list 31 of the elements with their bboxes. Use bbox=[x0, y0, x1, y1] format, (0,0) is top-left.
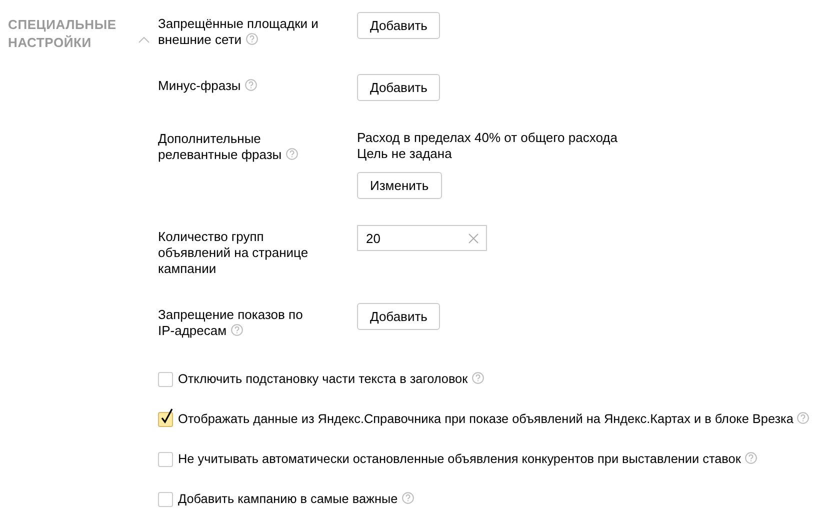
option-label: Добавить кампанию в самые важные bbox=[178, 490, 414, 508]
setting-label: Дополнительные релевантные фразы bbox=[158, 127, 323, 199]
option-label: Не учитывать автоматически остановленные объявления конкурентов при выставлении ставок bbox=[178, 450, 757, 468]
setting-label: Количество групп объявлений на странице кампании bbox=[158, 228, 310, 277]
option-label: Отключить подстановку части текста в заголовок bbox=[178, 370, 484, 388]
setting-label: Запрещённые площадки и внешние сети bbox=[158, 15, 320, 48]
setting-info: Расход в пределах 40% от общего расхода bbox=[357, 130, 618, 146]
help-icon[interactable] bbox=[246, 33, 258, 45]
help-icon[interactable] bbox=[286, 148, 298, 160]
checkbox[interactable] bbox=[158, 492, 173, 506]
setting-label: Запрещение показов по IP-адресам bbox=[158, 306, 304, 339]
number-field[interactable]: 20 bbox=[357, 225, 487, 251]
help-icon[interactable] bbox=[230, 324, 243, 336]
help-icon[interactable] bbox=[797, 412, 810, 424]
chevron-up-icon[interactable] bbox=[138, 36, 150, 43]
checkbox[interactable] bbox=[158, 412, 173, 426]
clear-icon[interactable] bbox=[468, 233, 479, 244]
add-button[interactable]: Добавить bbox=[357, 12, 440, 39]
add-button[interactable]: Добавить bbox=[357, 303, 440, 330]
add-button[interactable]: Добавить bbox=[357, 74, 440, 101]
setting-info: Цель не задана bbox=[357, 146, 453, 162]
help-icon[interactable] bbox=[402, 492, 414, 504]
help-icon[interactable] bbox=[244, 79, 257, 91]
setting-label: Минус-фразы bbox=[158, 74, 323, 101]
edit-button[interactable]: Изменить bbox=[357, 172, 442, 199]
help-icon[interactable] bbox=[472, 372, 484, 384]
section-title: СПЕЦИАЛЬНЫЕ НАСТРОЙКИ bbox=[8, 16, 118, 52]
option-label: Отображать данные из Яндекс.Справочника при показе объявлений на Яндекс.Картах и в блоке Врезка bbox=[178, 410, 810, 428]
checkbox[interactable] bbox=[158, 452, 173, 466]
help-icon[interactable] bbox=[744, 452, 757, 464]
checkbox[interactable] bbox=[158, 372, 173, 386]
